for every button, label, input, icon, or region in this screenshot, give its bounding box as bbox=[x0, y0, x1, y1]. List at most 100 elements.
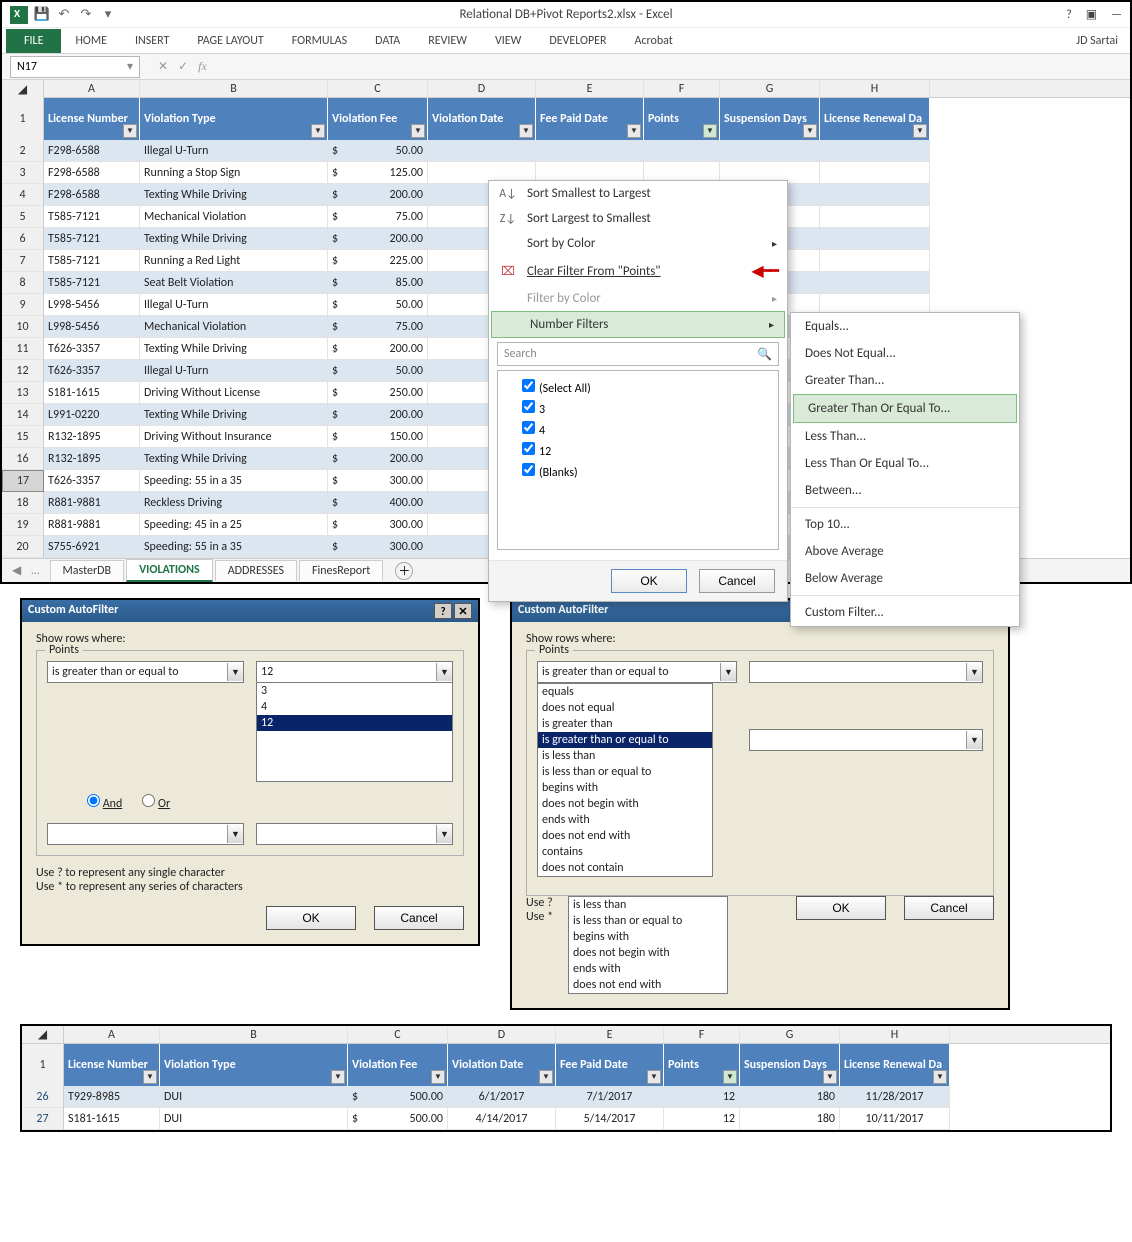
tab-acrobat[interactable]: Acrobat bbox=[621, 30, 687, 52]
operator-item[interactable]: does not end with bbox=[569, 977, 727, 993]
cell-type[interactable]: Texting While Driving bbox=[140, 228, 328, 250]
filter-btn-B[interactable]: ▼ bbox=[311, 124, 325, 138]
operator-item[interactable]: is greater than bbox=[538, 716, 712, 732]
submenu-item[interactable]: Equals... bbox=[791, 313, 1019, 340]
submenu-item[interactable]: Below Average bbox=[791, 565, 1019, 592]
col-F[interactable]: F bbox=[664, 1026, 740, 1043]
table-row[interactable]: 26T929-8985DUI$500.006/1/20177/1/2017121… bbox=[22, 1086, 1110, 1108]
cell-fee[interactable]: $400.00 bbox=[328, 492, 428, 514]
redo-icon[interactable]: ↷ bbox=[78, 7, 94, 23]
cell-type[interactable]: DUI bbox=[160, 1086, 348, 1108]
cell-renew[interactable]: 11/28/2017 bbox=[840, 1086, 950, 1108]
filter-btn-H[interactable]: ▼ bbox=[913, 124, 927, 138]
cell-type[interactable]: Mechanical Violation bbox=[140, 206, 328, 228]
filter-btn-H[interactable]: ▼ bbox=[933, 1070, 947, 1084]
cell-type[interactable]: Reckless Driving bbox=[140, 492, 328, 514]
combo-dropdown-icon[interactable]: ▼ bbox=[966, 731, 982, 749]
cell-license[interactable]: L998-5456 bbox=[44, 316, 140, 338]
cell-fee[interactable]: $125.00 bbox=[328, 162, 428, 184]
tab-insert[interactable]: INSERT bbox=[121, 30, 183, 52]
tab-view[interactable]: VIEW bbox=[481, 30, 535, 52]
tab-file[interactable]: FILE bbox=[6, 29, 61, 53]
cell-fee[interactable]: $85.00 bbox=[328, 272, 428, 294]
cell-type[interactable]: Illegal U-Turn bbox=[140, 294, 328, 316]
sort-desc[interactable]: Z↓Sort Largest to Smallest bbox=[489, 206, 787, 231]
cell-license[interactable]: F298-6588 bbox=[44, 140, 140, 162]
radio-or[interactable]: Or bbox=[142, 794, 170, 811]
sort-asc[interactable]: A↓Sort Smallest to Largest bbox=[489, 181, 787, 206]
operator-item[interactable]: begins with bbox=[569, 929, 727, 945]
col-C[interactable]: C bbox=[328, 80, 428, 97]
minimize-icon[interactable]: — bbox=[1111, 8, 1122, 22]
dialog1-value-combo[interactable]: 12▼ bbox=[256, 661, 453, 683]
dialog1-close-icon[interactable]: ✕ bbox=[454, 603, 472, 619]
operator-item[interactable]: begins with bbox=[538, 780, 712, 796]
cell-type[interactable]: Running a Red Light bbox=[140, 250, 328, 272]
filter-btn-G[interactable]: ▼ bbox=[803, 124, 817, 138]
dialog2-cancel-button[interactable]: Cancel bbox=[904, 896, 994, 920]
operator-item[interactable]: is less than or equal to bbox=[569, 913, 727, 929]
cell-type[interactable]: Driving Without Insurance bbox=[140, 426, 328, 448]
radio-or-input[interactable] bbox=[142, 794, 155, 807]
dialog1-operator2-combo[interactable]: ▼ bbox=[47, 823, 244, 845]
dialog1-value-listbox[interactable]: 3 4 12 bbox=[256, 682, 453, 782]
cell-license[interactable]: R132-1895 bbox=[44, 448, 140, 470]
cell-points[interactable]: 12 bbox=[664, 1108, 740, 1130]
col-A[interactable]: A bbox=[44, 80, 140, 97]
cell-fee[interactable]: $250.00 bbox=[328, 382, 428, 404]
cell-empty[interactable] bbox=[536, 140, 644, 162]
sort-by-color[interactable]: Sort by Color▸ bbox=[489, 231, 787, 256]
submenu-item[interactable]: Less Than... bbox=[791, 423, 1019, 450]
col-B[interactable]: B bbox=[140, 80, 328, 97]
cell-fee[interactable]: $500.00 bbox=[348, 1108, 448, 1130]
dialog2-ok-button[interactable]: OK bbox=[796, 896, 886, 920]
cell-license[interactable]: R881-9881 bbox=[44, 514, 140, 536]
filter-item-select-all[interactable]: (Select All) bbox=[504, 377, 772, 398]
submenu-item[interactable]: Greater Than Or Equal To... bbox=[793, 394, 1017, 423]
combo-dropdown-icon[interactable]: ▼ bbox=[966, 663, 982, 681]
cell-empty[interactable] bbox=[428, 140, 536, 162]
sheet-masterdb[interactable]: MasterDB bbox=[50, 560, 125, 581]
cell-type[interactable]: Texting While Driving bbox=[140, 338, 328, 360]
col-D[interactable]: D bbox=[428, 80, 536, 97]
row-header-1[interactable]: 1 bbox=[2, 98, 44, 140]
cell-fee[interactable]: $225.00 bbox=[328, 250, 428, 272]
cell-fee[interactable]: $500.00 bbox=[348, 1086, 448, 1108]
dialog1-value2-combo[interactable]: ▼ bbox=[256, 823, 453, 845]
cell-type[interactable]: Texting While Driving bbox=[140, 184, 328, 206]
row-header[interactable]: 11 bbox=[2, 338, 44, 360]
filter-item-12[interactable]: 12 bbox=[504, 440, 772, 461]
filter-btn-A[interactable]: ▼ bbox=[123, 124, 137, 138]
dialog2-value2-combo[interactable]: ▼ bbox=[749, 729, 983, 751]
cell-license[interactable]: S755-6921 bbox=[44, 536, 140, 558]
cell-type[interactable]: Running a Stop Sign bbox=[140, 162, 328, 184]
cell-type[interactable]: Texting While Driving bbox=[140, 448, 328, 470]
col-H[interactable]: H bbox=[840, 1026, 950, 1043]
cancel-entry-icon[interactable]: ✕ bbox=[158, 59, 168, 74]
number-filters[interactable]: Number Filters▸ bbox=[491, 311, 785, 338]
row-header[interactable]: 27 bbox=[22, 1108, 64, 1130]
cell-fee[interactable]: $50.00 bbox=[328, 294, 428, 316]
select-all-cell[interactable]: ◢ bbox=[2, 80, 44, 98]
cell-empty[interactable] bbox=[720, 140, 820, 162]
row-header[interactable]: 14 bbox=[2, 404, 44, 426]
cell-type[interactable]: Seat Belt Violation bbox=[140, 272, 328, 294]
sheet-nav-prev-icon[interactable]: ◀ bbox=[12, 563, 21, 578]
filter-btn-C[interactable]: ▼ bbox=[411, 124, 425, 138]
filter-btn-C[interactable]: ▼ bbox=[431, 1070, 445, 1084]
row-header[interactable]: 26 bbox=[22, 1086, 64, 1108]
dialog1-ok-button[interactable]: OK bbox=[266, 906, 356, 930]
filter-btn-B[interactable]: ▼ bbox=[331, 1070, 345, 1084]
row-header[interactable]: 17 bbox=[2, 470, 44, 492]
cell-license[interactable]: S181-1615 bbox=[44, 382, 140, 404]
row-header[interactable]: 10 bbox=[2, 316, 44, 338]
row-header[interactable]: 6 bbox=[2, 228, 44, 250]
sheet-addresses[interactable]: ADDRESSES bbox=[215, 560, 297, 581]
submenu-item[interactable]: Greater Than... bbox=[791, 367, 1019, 394]
operator-item[interactable]: contains bbox=[538, 844, 712, 860]
undo-icon[interactable]: ↶ bbox=[56, 7, 72, 23]
operator-item[interactable]: equals bbox=[538, 684, 712, 700]
cell-license[interactable]: T585-7121 bbox=[44, 228, 140, 250]
chk-12[interactable] bbox=[522, 442, 535, 455]
cell-license[interactable]: L998-5456 bbox=[44, 294, 140, 316]
